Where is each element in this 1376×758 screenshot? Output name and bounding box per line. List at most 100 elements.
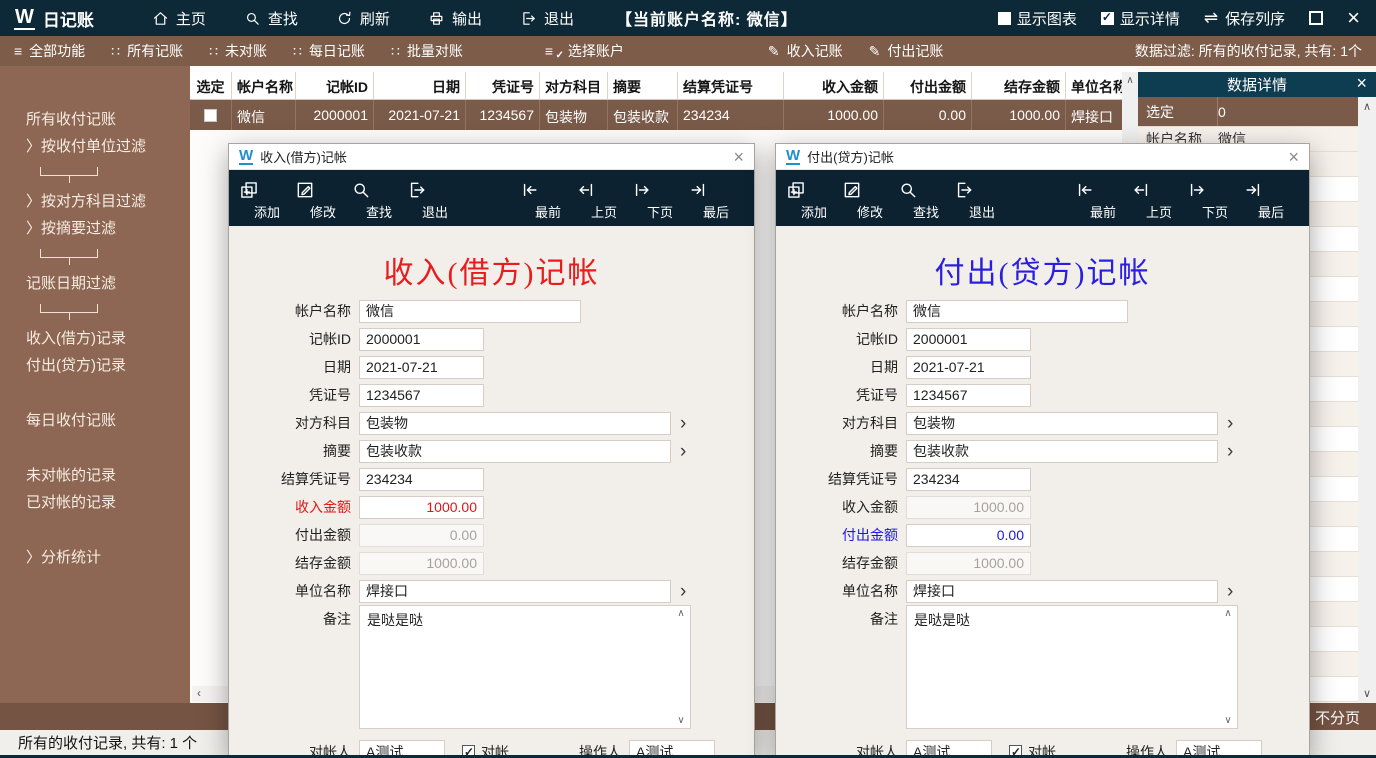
field-input[interactable]: 1234567 xyxy=(359,384,484,407)
lookup-chevron-icon[interactable]: › xyxy=(680,414,686,433)
dialog-button-add[interactable]: 添加 xyxy=(786,178,842,221)
dialog-nav-next[interactable]: 下页 xyxy=(632,178,688,221)
lookup-chevron-icon[interactable]: › xyxy=(1227,442,1233,461)
table-column-header[interactable]: 收入金额 xyxy=(784,72,884,99)
sidebar-item[interactable]: 付出(贷方)记录 xyxy=(0,352,190,379)
sidebar-item[interactable]: 〉按摘要过滤 xyxy=(0,215,190,242)
dialog-nav-last[interactable]: 最后 xyxy=(688,178,744,221)
toggle-unchecked[interactable]: 显示图表 xyxy=(998,8,1077,29)
dialog-nav-next[interactable]: 下页 xyxy=(1187,178,1243,221)
dialog-nav-first[interactable]: 最前 xyxy=(520,178,576,221)
dialog-button-add[interactable]: 添加 xyxy=(239,178,295,221)
table-column-header[interactable]: 结算凭证号 xyxy=(678,72,784,99)
panel-close-icon[interactable]: × xyxy=(1356,73,1367,94)
table-column-header[interactable]: 摘要 xyxy=(608,72,678,99)
table-row[interactable]: 微信20000012021-07-211234567包装物包装收款2342341… xyxy=(190,100,1122,130)
dialog-close-icon[interactable]: × xyxy=(1288,151,1299,163)
lookup-chevron-icon[interactable]: › xyxy=(1227,414,1233,433)
field-input[interactable]: 2021-07-21 xyxy=(359,356,484,379)
sidebar-item[interactable]: 每日收付记账 xyxy=(0,407,190,434)
field-value: 微信 xyxy=(366,301,394,321)
sidebar-item[interactable]: 已对帐的记录 xyxy=(0,489,190,516)
field-input[interactable]: 0.00 xyxy=(906,524,1031,547)
field-input[interactable]: 微信 xyxy=(906,300,1128,323)
field-input[interactable]: 包装收款 xyxy=(359,440,671,463)
table-column-header[interactable]: 结存金额 xyxy=(972,72,1066,99)
table-column-header[interactable]: 帐户名称 xyxy=(232,72,296,99)
table-column-header[interactable]: 选定 xyxy=(190,72,232,99)
table-column-header[interactable]: 对方科目 xyxy=(540,72,608,99)
table-column-header[interactable]: 凭证号 xyxy=(466,72,540,99)
field-input[interactable]: 包装物 xyxy=(359,412,671,435)
table-column-header[interactable]: 付出金额 xyxy=(884,72,972,99)
panel-vertical-scrollbar[interactable]: ∧∨ xyxy=(1358,97,1376,703)
sidebar-item[interactable]: 记账日期过滤 xyxy=(0,270,190,297)
dialog-nav-prev[interactable]: 上页 xyxy=(1131,178,1187,221)
topbar-menu-print[interactable]: 输出 xyxy=(428,8,482,29)
dialog-button-edit[interactable]: 修改 xyxy=(842,178,898,221)
field-input[interactable]: 2000001 xyxy=(906,328,1031,351)
dialog-titlebar[interactable]: W收入(借方)记帐× xyxy=(229,144,754,170)
lookup-chevron-icon[interactable]: › xyxy=(680,442,686,461)
dialog-nav-prev[interactable]: 上页 xyxy=(576,178,632,221)
sidebar-item[interactable]: 收入(借方)记录 xyxy=(0,325,190,352)
topbar-menu-exit[interactable]: 退出 xyxy=(520,8,574,29)
lookup-chevron-icon[interactable]: › xyxy=(680,582,686,601)
app-logo-icon: W xyxy=(786,148,800,165)
topbar-menu-refresh[interactable]: 刷新 xyxy=(336,8,390,29)
toolbar-item[interactable]: ✎收入记账 xyxy=(768,41,843,61)
field-input[interactable]: 234234 xyxy=(906,468,1031,491)
dialog-titlebar[interactable]: W付出(贷方)记帐× xyxy=(776,144,1309,170)
field-input[interactable]: 234234 xyxy=(359,468,484,491)
row-checkbox[interactable] xyxy=(204,109,217,122)
table-column-header[interactable]: 日期 xyxy=(374,72,466,99)
field-value: 包装收款 xyxy=(366,441,422,461)
close-window-button[interactable]: × xyxy=(1347,11,1360,25)
toggle-checked[interactable]: 显示详情 xyxy=(1101,8,1180,29)
toolbar-item[interactable]: ≡✓选择账户 xyxy=(545,41,624,61)
dialog-nav-first[interactable]: 最前 xyxy=(1075,178,1131,221)
field-input[interactable]: 包装收款 xyxy=(906,440,1218,463)
dialog-close-icon[interactable]: × xyxy=(733,151,744,163)
sidebar-item[interactable]: 〉分析统计 xyxy=(0,544,190,571)
field-input[interactable]: 1234567 xyxy=(906,384,1031,407)
lookup-chevron-icon[interactable]: › xyxy=(1227,582,1233,601)
table-column-header[interactable]: 单位名称 xyxy=(1066,72,1122,99)
maximize-button[interactable] xyxy=(1309,11,1323,25)
field-input[interactable]: 焊接口 xyxy=(906,580,1218,603)
toolbar-item[interactable]: ≡全部功能 xyxy=(14,41,85,61)
toolbar-item[interactable]: ∷批量对账 xyxy=(391,41,463,61)
remark-textarea[interactable]: 是哒是哒∧∨ xyxy=(359,605,691,729)
toolbar-item[interactable]: ∷未对账 xyxy=(209,41,267,61)
dialog-button-exit[interactable]: 退出 xyxy=(954,178,1010,221)
topbar-menu-search[interactable]: 查找 xyxy=(244,8,298,29)
topbar-menu-home[interactable]: 主页 xyxy=(152,8,206,29)
field-input[interactable]: 微信 xyxy=(359,300,581,323)
field-input[interactable]: 包装物 xyxy=(906,412,1218,435)
dialog-nav-last[interactable]: 最后 xyxy=(1243,178,1299,221)
textarea-scrollbar[interactable]: ∧∨ xyxy=(1221,608,1235,726)
toolbar-item[interactable]: ∷每日记账 xyxy=(293,41,365,61)
field-input[interactable]: 1000.00 xyxy=(359,496,484,519)
textarea-scrollbar[interactable]: ∧∨ xyxy=(674,608,688,726)
sidebar-item[interactable]: 〉按收付单位过滤 xyxy=(0,133,190,160)
remark-textarea[interactable]: 是哒是哒∧∨ xyxy=(906,605,1238,729)
dialog-button-search[interactable]: 查找 xyxy=(898,178,954,221)
save-column-order-button[interactable]: ⇌ 保存列序 xyxy=(1204,8,1285,29)
dialog-button-edit[interactable]: 修改 xyxy=(295,178,351,221)
sidebar-item[interactable]: 〉按对方科目过滤 xyxy=(0,188,190,215)
sidebar-item[interactable]: 未对帐的记录 xyxy=(0,462,190,489)
dialog-button-exit[interactable]: 退出 xyxy=(407,178,463,221)
sidebar-item[interactable]: 所有收付记账 xyxy=(0,106,190,133)
table-column-header[interactable]: 记帐ID xyxy=(296,72,374,99)
field-input[interactable]: 2021-07-21 xyxy=(906,356,1031,379)
table-cell: 包装物 xyxy=(540,100,608,130)
pencil-icon: ✎ xyxy=(869,43,881,59)
toolbar-item[interactable]: ∷所有记账 xyxy=(111,41,183,61)
field-input[interactable]: 焊接口 xyxy=(359,580,671,603)
details-row[interactable]: 选定0 xyxy=(1138,97,1358,127)
field-input[interactable]: 2000001 xyxy=(359,328,484,351)
dialog-button-search[interactable]: 查找 xyxy=(351,178,407,221)
dialog-nav-group: 最前上页下页最后 xyxy=(1075,178,1299,221)
toolbar-item[interactable]: ✎付出记账 xyxy=(869,41,944,61)
